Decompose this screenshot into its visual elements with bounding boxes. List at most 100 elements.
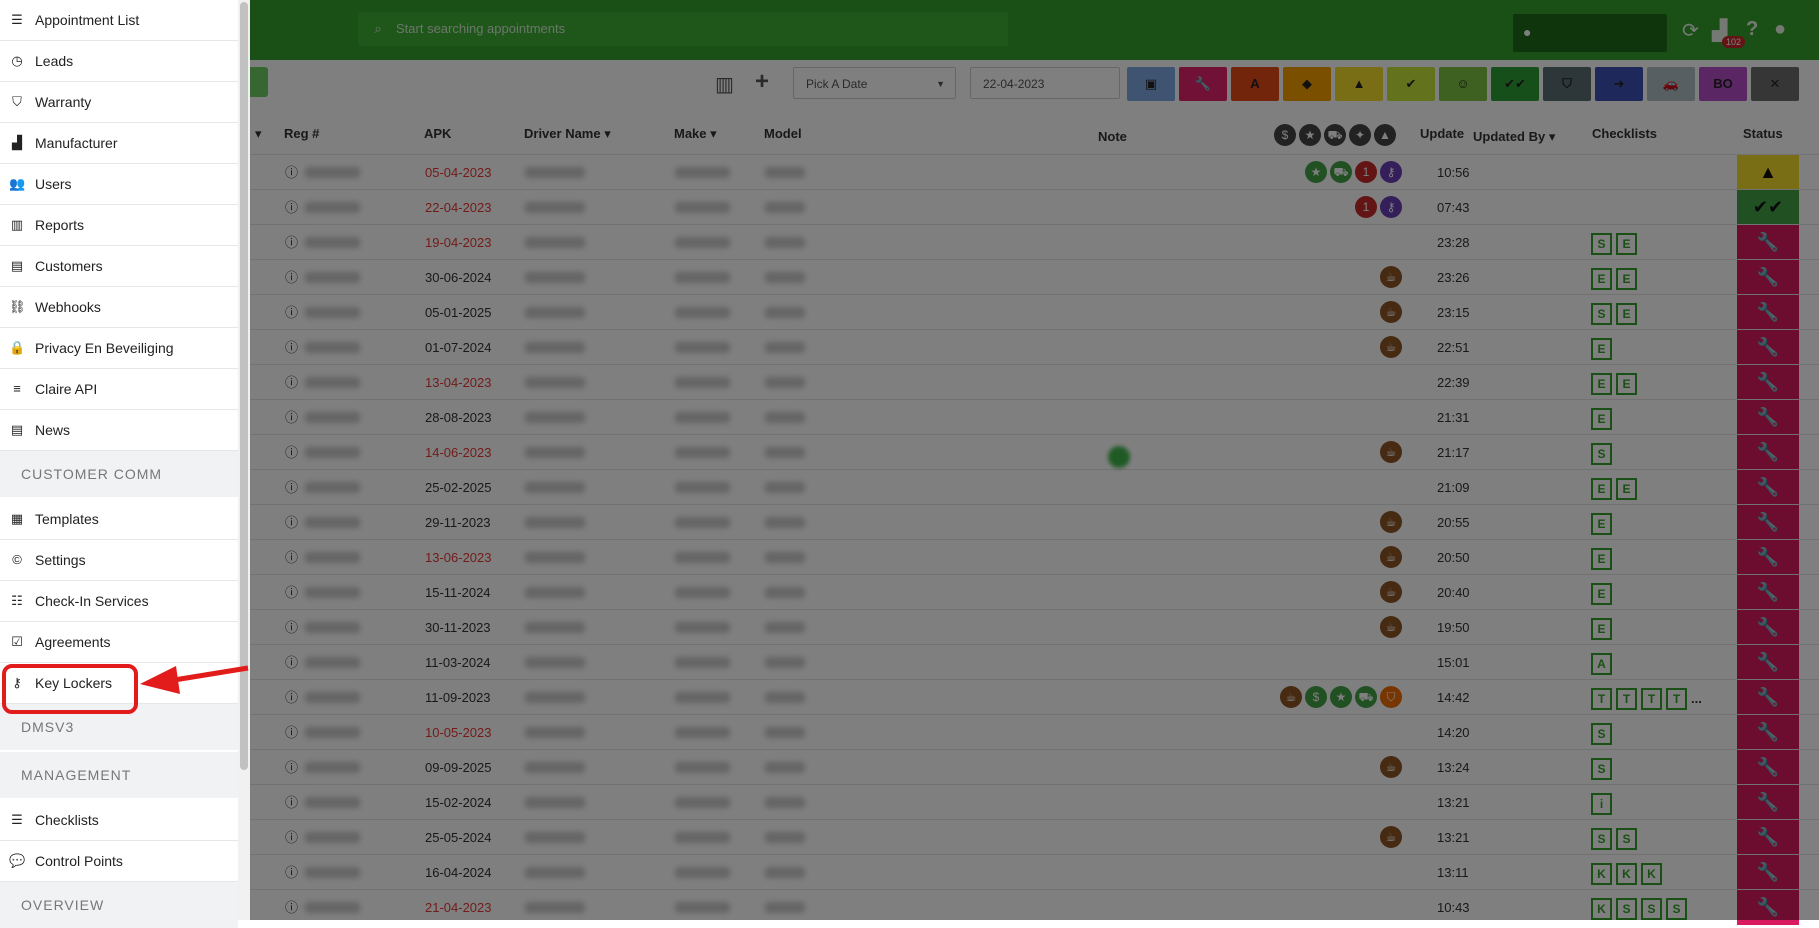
- cup-icon[interactable]: ☕: [1380, 756, 1402, 778]
- warning-icon[interactable]: ▲: [1374, 124, 1396, 146]
- checklist-badge[interactable]: S: [1616, 828, 1637, 850]
- info-icon[interactable]: ⓘ: [285, 855, 298, 890]
- sort-caret-icon[interactable]: ▾: [255, 126, 262, 142]
- status-check[interactable]: ✔✔: [1737, 190, 1799, 225]
- col-driver[interactable]: Driver Name ▾: [524, 126, 611, 142]
- bar-chart-icon[interactable]: ▥: [715, 72, 734, 97]
- filter-smile-button[interactable]: ☺: [1439, 67, 1487, 101]
- cup-icon[interactable]: ☕: [1280, 686, 1302, 708]
- table-row[interactable]: ⓘ 05-04-2023 ★ ⛟ 1 ⚷ 10:56 ▲: [245, 154, 1819, 190]
- key-icon[interactable]: ⚷: [1380, 196, 1402, 218]
- info-icon[interactable]: ⓘ: [285, 715, 298, 750]
- checklist-badge[interactable]: E: [1591, 513, 1612, 535]
- info-icon[interactable]: ⓘ: [285, 680, 298, 715]
- cup-icon[interactable]: ☕: [1380, 511, 1402, 533]
- col-reg[interactable]: Reg #: [284, 126, 319, 141]
- star-icon[interactable]: ★: [1299, 124, 1321, 146]
- table-row[interactable]: ⓘ 19-04-2023 23:28 S E 🔧: [245, 224, 1819, 260]
- dollar-icon[interactable]: $: [1305, 686, 1327, 708]
- sidebar-item-checklists[interactable]: ☰ Checklists: [0, 800, 238, 841]
- sidebar-item-customers[interactable]: ▤ Customers: [0, 246, 238, 287]
- table-row[interactable]: ⓘ 11-03-2024 15:01 A 🔧: [245, 644, 1819, 680]
- info-icon[interactable]: ⓘ: [285, 820, 298, 855]
- filter-sign-out-button[interactable]: ➜: [1595, 67, 1643, 101]
- info-icon[interactable]: ⓘ: [285, 505, 298, 540]
- col-updated-by[interactable]: Updated By ▾: [1473, 129, 1555, 145]
- checklist-badge[interactable]: S: [1591, 233, 1612, 255]
- info-icon[interactable]: ⓘ: [285, 750, 298, 785]
- cup-icon[interactable]: ☕: [1380, 826, 1402, 848]
- status-wrench[interactable]: 🔧: [1737, 645, 1799, 680]
- sidebar-item-users[interactable]: 👥 Users: [0, 164, 238, 205]
- user-icon[interactable]: ●: [1774, 18, 1786, 46]
- checklist-badge[interactable]: S: [1591, 723, 1612, 745]
- filter-double-check-button[interactable]: ✔✔: [1491, 67, 1539, 101]
- 1-icon[interactable]: 1: [1355, 196, 1377, 218]
- table-row[interactable]: ⓘ 13-04-2023 22:39 E E 🔧: [245, 364, 1819, 400]
- sidebar-item-claire-api[interactable]: ≡ Claire API: [0, 369, 238, 410]
- table-row[interactable]: ⓘ 11-09-2023 ☕ $ ★ ⛟ ⛉ 14:42 T T T T... 🔧: [245, 679, 1819, 715]
- status-wrench[interactable]: 🔧: [1737, 330, 1799, 365]
- table-row[interactable]: ⓘ 05-01-2025 ☕ 23:15 S E 🔧: [245, 294, 1819, 330]
- checklist-badge[interactable]: A: [1591, 653, 1612, 675]
- col-status[interactable]: Status: [1743, 126, 1783, 141]
- search-input[interactable]: Start searching appointments: [396, 12, 565, 46]
- col-update[interactable]: Update: [1420, 126, 1464, 141]
- checklist-badge[interactable]: S: [1666, 898, 1687, 920]
- info-icon[interactable]: ⓘ: [285, 330, 298, 365]
- sidebar-item-appointment-list[interactable]: ☰ Appointment List: [0, 0, 238, 41]
- checklist-badge[interactable]: T: [1666, 688, 1687, 710]
- status-wrench[interactable]: 🔧: [1737, 225, 1799, 260]
- plus-icon[interactable]: +: [755, 68, 769, 96]
- col-make[interactable]: Make ▾: [674, 126, 717, 142]
- cup-icon[interactable]: ☕: [1380, 301, 1402, 323]
- filter-bo-button[interactable]: BO: [1699, 67, 1747, 101]
- sidebar-item-control-points[interactable]: 💬 Control Points: [0, 841, 238, 882]
- checklist-badge[interactable]: E: [1591, 373, 1612, 395]
- cup-icon[interactable]: ☕: [1380, 441, 1402, 463]
- filter-warning-button[interactable]: ▲: [1335, 67, 1383, 101]
- sidebar-item-check-in-services[interactable]: ☷ Check-In Services: [0, 581, 238, 622]
- cup-icon[interactable]: ☕: [1380, 266, 1402, 288]
- status-warning[interactable]: ▲: [1737, 155, 1799, 190]
- table-row[interactable]: ⓘ 22-04-2023 1 ⚷ 07:43 ✔✔: [245, 189, 1819, 225]
- checklist-badge[interactable]: S: [1591, 443, 1612, 465]
- checklist-badge[interactable]: E: [1591, 478, 1612, 500]
- filter-user-check-button[interactable]: ✔: [1387, 67, 1435, 101]
- table-row[interactable]: ⓘ 15-02-2024 13:21 i 🔧: [245, 784, 1819, 820]
- checklist-badge[interactable]: E: [1616, 233, 1637, 255]
- table-row[interactable]: ⓘ 30-06-2024 ☕ 23:26 E E 🔧: [245, 259, 1819, 295]
- location-selector[interactable]: ●: [1513, 14, 1667, 52]
- col-note[interactable]: Note: [1098, 129, 1127, 144]
- status-wrench[interactable]: 🔧: [1737, 505, 1799, 540]
- sidebar-item-manufacturer[interactable]: ▟ Manufacturer: [0, 123, 238, 164]
- sidebar-item-reports[interactable]: ▥ Reports: [0, 205, 238, 246]
- cart-icon[interactable]: ⛟: [1324, 124, 1346, 146]
- col-checklists[interactable]: Checklists: [1592, 126, 1657, 141]
- status-wrench[interactable]: 🔧: [1737, 820, 1799, 855]
- pin-icon[interactable]: ✦: [1349, 124, 1371, 146]
- checklist-badge[interactable]: E: [1591, 268, 1612, 290]
- info-icon[interactable]: ⓘ: [285, 435, 298, 470]
- checklist-badge[interactable]: S: [1616, 898, 1637, 920]
- cup-icon[interactable]: ☕: [1380, 581, 1402, 603]
- info-icon[interactable]: ⓘ: [285, 155, 298, 190]
- status-wrench[interactable]: 🔧: [1737, 295, 1799, 330]
- refresh-icon[interactable]: ⟳: [1682, 18, 1699, 46]
- cup-icon[interactable]: ☕: [1380, 336, 1402, 358]
- info-icon[interactable]: ⓘ: [285, 260, 298, 295]
- cup-icon[interactable]: ☕: [1380, 616, 1402, 638]
- info-icon[interactable]: ⓘ: [285, 645, 298, 680]
- table-row[interactable]: ⓘ 14-06-2023 ☕ 21:17 S 🔧: [245, 434, 1819, 470]
- table-row[interactable]: ⓘ 01-07-2024 ☕ 22:51 E 🔧: [245, 329, 1819, 365]
- info-icon[interactable]: ⓘ: [285, 575, 298, 610]
- status-wrench[interactable]: 🔧: [1737, 610, 1799, 645]
- checklist-badge[interactable]: T: [1641, 688, 1662, 710]
- date-input[interactable]: 22-04-2023: [970, 67, 1120, 99]
- info-icon[interactable]: ⓘ: [285, 470, 298, 505]
- status-wrench[interactable]: 🔧: [1737, 470, 1799, 505]
- sidebar-item-webhooks[interactable]: ⛓ Webhooks: [0, 287, 238, 328]
- checklist-badge[interactable]: S: [1591, 303, 1612, 325]
- filter-tag-button[interactable]: ◆: [1283, 67, 1331, 101]
- shield-icon[interactable]: ⛉: [1380, 686, 1402, 708]
